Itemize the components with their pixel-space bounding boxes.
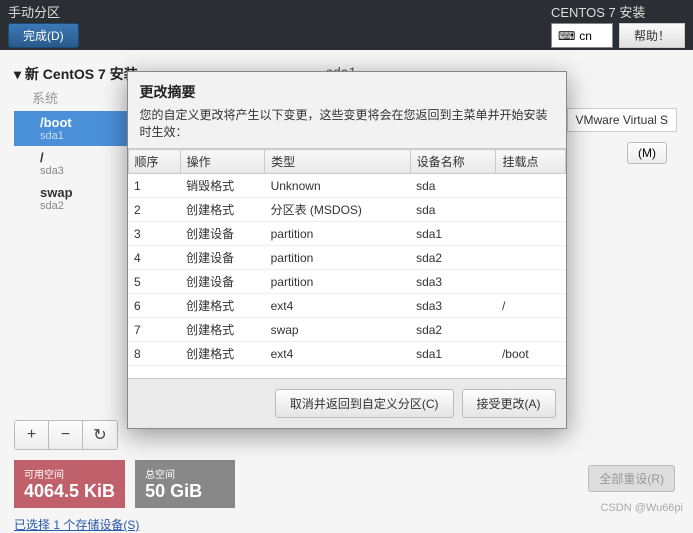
table-row[interactable]: 3创建设备partitionsda1 <box>128 222 565 246</box>
table-row[interactable]: 1销毁格式Unknownsda <box>128 174 565 198</box>
changes-dialog: 更改摘要 您的自定义更改将产生以下变更，这些变更将会在您返回到主菜单并开始安装时… <box>127 71 567 429</box>
dialog-overlay: 更改摘要 您的自定义更改将产生以下变更，这些变更将会在您返回到主菜单并开始安装时… <box>0 0 693 520</box>
table-row[interactable]: 4创建设备partitionsda2 <box>128 246 565 270</box>
changes-table: 顺序 操作 类型 设备名称 挂载点 1销毁格式Unknownsda2创建格式分区… <box>128 149 566 366</box>
col-operation[interactable]: 操作 <box>180 150 264 174</box>
dialog-description: 您的自定义更改将产生以下变更，这些变更将会在您返回到主菜单并开始安装时生效： <box>128 104 566 148</box>
cancel-button[interactable]: 取消并返回到自定义分区(C) <box>275 389 454 418</box>
col-device[interactable]: 设备名称 <box>410 150 496 174</box>
table-row[interactable]: 7创建格式swapsda2 <box>128 318 565 342</box>
table-row[interactable]: 5创建设备partitionsda3 <box>128 270 565 294</box>
table-row[interactable]: 6创建格式ext4sda3/ <box>128 294 565 318</box>
table-row[interactable]: 8创建格式ext4sda1/boot <box>128 342 565 366</box>
accept-button[interactable]: 接受更改(A) <box>462 389 556 418</box>
col-order[interactable]: 顺序 <box>128 150 180 174</box>
storage-devices-link[interactable]: 已选择 1 个存储设备(S) <box>14 518 139 532</box>
dialog-title: 更改摘要 <box>128 72 566 104</box>
table-row[interactable]: 2创建格式分区表 (MSDOS)sda <box>128 198 565 222</box>
col-mount[interactable]: 挂载点 <box>496 150 565 174</box>
col-type[interactable]: 类型 <box>265 150 410 174</box>
dialog-buttons: 取消并返回到自定义分区(C) 接受更改(A) <box>128 378 566 428</box>
